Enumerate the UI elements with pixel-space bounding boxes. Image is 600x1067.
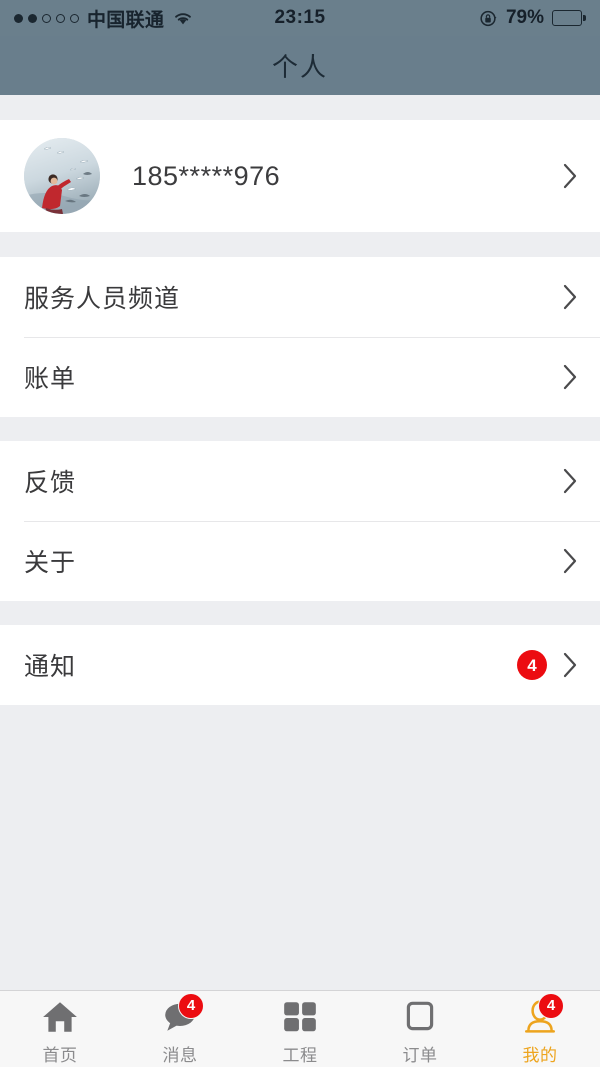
notification-badge: 4	[517, 650, 547, 680]
section-spacer	[0, 601, 600, 625]
menu-row-bill[interactable]: 账单	[0, 337, 600, 417]
tab-mine[interactable]: 4 我的	[480, 991, 600, 1067]
section-spacer	[0, 95, 600, 120]
app-screen: 中国联通 23:15 79% 个人 185*****976 服务人员频道 账单 …	[0, 0, 600, 1067]
menu-row-right	[563, 364, 578, 390]
status-bar: 中国联通 23:15 79%	[0, 0, 600, 36]
tab-home-label: 首页	[42, 1045, 78, 1065]
chevron-right-icon	[563, 284, 578, 310]
chevron-right-icon	[563, 548, 578, 574]
tab-bar: 首页 4 消息 工程 订单 4 我的	[0, 990, 600, 1067]
battery-icon	[552, 10, 586, 26]
square-outline-icon	[401, 999, 439, 1035]
tab-orders[interactable]: 订单	[360, 991, 480, 1067]
chevron-right-icon	[563, 468, 578, 494]
content-area: 185*****976 服务人员频道 账单 反馈 关于 通知 4	[0, 95, 600, 990]
menu-row-label: 反馈	[24, 469, 77, 497]
rotation-lock-icon	[479, 9, 498, 28]
tab-messages[interactable]: 4 消息	[120, 991, 240, 1067]
status-bar-right: 79%	[479, 7, 586, 29]
menu-row-feedback[interactable]: 反馈	[0, 441, 600, 521]
menu-group-1: 服务人员频道 账单	[0, 257, 600, 417]
menu-row-right	[563, 284, 578, 310]
nav-bar: 个人	[0, 36, 600, 95]
menu-row-notifications[interactable]: 通知 4	[0, 625, 600, 705]
chevron-right-icon	[563, 163, 578, 189]
wifi-icon	[172, 10, 194, 26]
tab-projects-label: 工程	[282, 1045, 318, 1065]
tab-home[interactable]: 首页	[0, 991, 120, 1067]
section-spacer	[0, 417, 600, 441]
menu-row-label: 关于	[24, 549, 77, 577]
tab-messages-label: 消息	[162, 1045, 198, 1065]
tab-home-icon-wrap	[38, 997, 82, 1037]
tab-mine-icon-wrap: 4	[518, 992, 564, 1037]
home-icon	[41, 999, 79, 1035]
menu-row-about[interactable]: 关于	[0, 521, 600, 601]
menu-row-service-channel[interactable]: 服务人员频道	[0, 257, 600, 337]
tab-messages-icon-wrap: 4	[158, 992, 204, 1037]
tab-projects-icon-wrap	[278, 997, 322, 1037]
profile-row-right	[563, 163, 578, 189]
chevron-right-icon	[563, 652, 578, 678]
tab-messages-badge: 4	[178, 992, 204, 1019]
chevron-right-icon	[563, 364, 578, 390]
battery-percent-label: 79%	[505, 7, 544, 28]
profile-row[interactable]: 185*****976	[0, 120, 600, 232]
menu-row-right: 4	[517, 650, 578, 680]
section-spacer	[0, 232, 600, 257]
profile-phone-label: 185*****976	[132, 160, 281, 191]
menu-row-label: 账单	[24, 365, 77, 393]
page-title: 个人	[271, 52, 328, 82]
menu-row-right	[563, 468, 578, 494]
tab-mine-badge: 4	[538, 992, 564, 1019]
avatar	[24, 138, 100, 214]
menu-group-3: 通知 4	[0, 625, 600, 705]
menu-group-2: 反馈 关于	[0, 441, 600, 601]
tab-orders-icon-wrap	[398, 997, 442, 1037]
menu-row-label: 通知	[24, 653, 77, 681]
signal-strength-dots	[14, 13, 79, 23]
menu-row-label: 服务人员频道	[24, 285, 181, 313]
menu-row-right	[563, 548, 578, 574]
tab-orders-label: 订单	[402, 1045, 438, 1065]
carrier-label: 中国联通	[87, 9, 165, 31]
tab-mine-label: 我的	[522, 1045, 558, 1065]
tab-projects[interactable]: 工程	[240, 991, 360, 1067]
profile-group: 185*****976	[0, 120, 600, 232]
status-bar-left: 中国联通	[14, 5, 194, 32]
grid-icon	[281, 999, 319, 1035]
